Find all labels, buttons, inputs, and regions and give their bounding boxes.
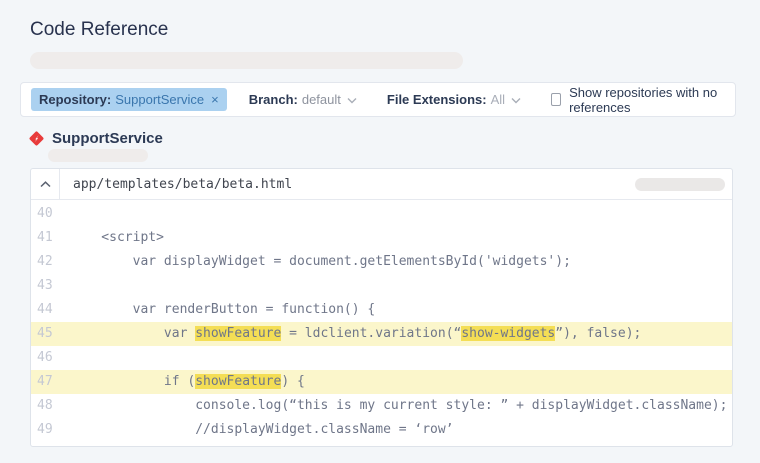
code-body: 4041 <script>42 var displayWidget = docu… [31,200,732,446]
chevron-down-icon [511,92,521,107]
code-line: 44 var renderButton = function() { [31,298,732,322]
code-reference-page: Code Reference Repository: SupportServic… [0,0,760,463]
line-number: 47 [31,370,70,394]
repository-filter-chip[interactable]: Repository: SupportService × [31,88,227,111]
code-text: if (showFeature) { [70,370,305,394]
code-line: 43 [31,274,732,298]
line-number: 49 [31,418,70,442]
show-no-references-checkbox[interactable] [551,93,561,106]
line-number: 48 [31,394,70,418]
code-line: 41 <script> [31,226,732,250]
show-no-references-label: Show repositories with no references [569,85,725,115]
chevron-down-icon [347,92,357,107]
line-number: 45 [31,322,70,346]
code-line: 45 var showFeature = ldclient.variation(… [31,322,732,346]
filter-bar: Repository: SupportService × Branch: def… [20,82,736,117]
code-text: <script> [70,226,164,250]
collapse-panel-button[interactable] [31,169,59,199]
loading-skeleton-bar [48,149,148,162]
page-title: Code Reference [30,19,168,41]
remove-filter-icon[interactable]: × [211,92,219,107]
branch-filter-value: default [302,92,341,107]
code-line: 47 if (showFeature) { [31,370,732,394]
code-line: 42 var displayWidget = document.getEleme… [31,250,732,274]
repository-chip-label: Repository: [39,92,111,107]
code-panel-header: app/templates/beta/beta.html [31,169,732,200]
loading-skeleton-bar [30,52,463,69]
repository-heading: SupportService [28,130,163,147]
file-extensions-filter-value: All [491,92,505,107]
loading-skeleton-pill [635,178,725,191]
line-number: 46 [31,346,70,370]
line-number: 40 [31,202,70,226]
line-number: 43 [31,274,70,298]
chevron-up-icon [40,181,51,188]
code-line: 40 [31,202,732,226]
line-number: 42 [31,250,70,274]
code-line: 48 console.log(“this is my current style… [31,394,732,418]
branch-filter-dropdown[interactable]: Branch: default [249,92,357,107]
code-text: var renderButton = function() { [70,298,375,322]
show-no-references-toggle[interactable]: Show repositories with no references [551,85,725,115]
repository-icon [28,130,45,147]
file-path: app/templates/beta/beta.html [60,177,292,192]
line-number: 41 [31,226,70,250]
file-extensions-filter-dropdown[interactable]: File Extensions: All [387,92,521,107]
repository-chip-value: SupportService [115,92,204,107]
code-text: var showFeature = ldclient.variation(“sh… [70,322,641,346]
file-extensions-filter-label: File Extensions: [387,92,487,107]
repository-name[interactable]: SupportService [52,130,163,147]
code-line: 49 //displayWidget.className = ‘row’ [31,418,732,442]
code-text: //displayWidget.className = ‘row’ [70,418,454,442]
code-reference-panel: app/templates/beta/beta.html 4041 <scrip… [30,168,733,447]
code-text: console.log(“this is my current style: ”… [70,394,727,418]
code-text: var displayWidget = document.getElements… [70,250,571,274]
branch-filter-label: Branch: [249,92,298,107]
line-number: 44 [31,298,70,322]
code-line: 46 [31,346,732,370]
